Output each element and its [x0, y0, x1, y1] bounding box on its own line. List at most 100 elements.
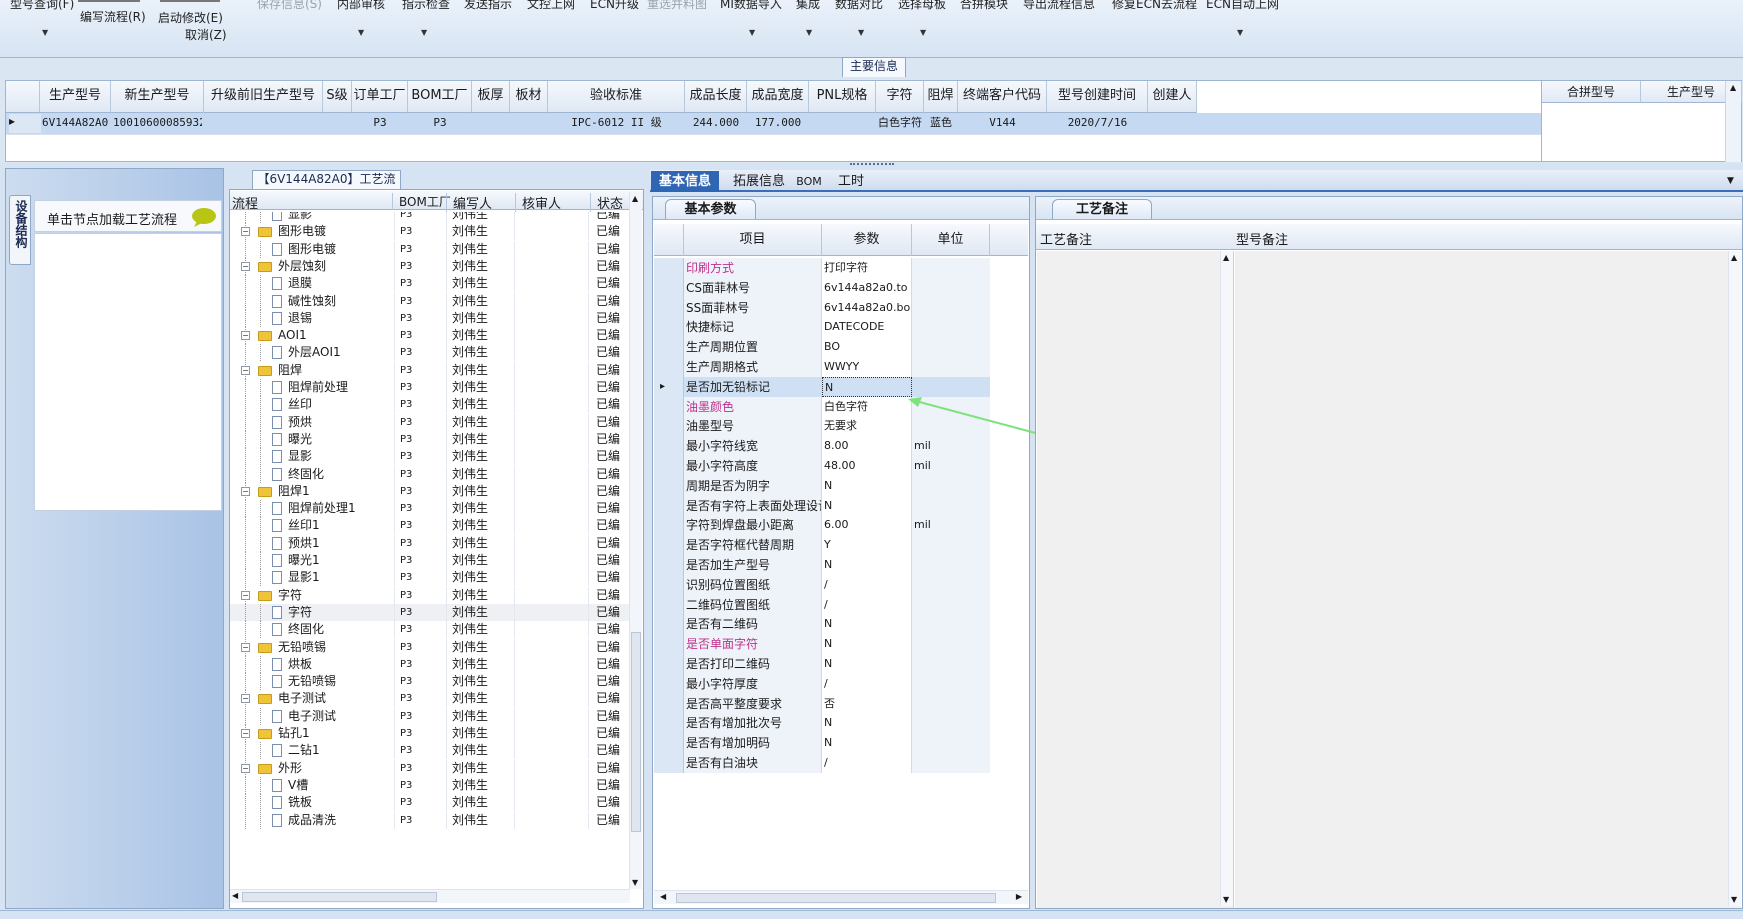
menu-doc-online[interactable]: 文控上网 — [527, 0, 575, 12]
menu-model-query[interactable]: 型号查询(F) — [10, 0, 74, 12]
tree-row[interactable]: 阻焊前处理 P3 刘伟生 已编 — [230, 379, 630, 396]
collapse-icon[interactable]: − — [241, 694, 250, 704]
row-header[interactable] — [654, 396, 684, 417]
tree-row[interactable]: 电子测试 P3 刘伟生 已编 — [230, 707, 630, 725]
param-row[interactable]: SS面菲林号 6v144a82a0.bo — [654, 297, 990, 318]
table-row[interactable]: ▸ 6V144A82A0 10010600085932 P3 P3 IPC-6012 II… — [6, 113, 1541, 134]
tree-row[interactable]: 曝光1 P3 刘伟生 已编 — [230, 552, 630, 569]
tab-basic-info[interactable]: 基本信息 — [651, 171, 719, 192]
tree-row[interactable]: − 钻孔1 P3 刘伟生 已编 — [230, 725, 630, 742]
menu-integrate[interactable]: 集成 — [796, 0, 820, 12]
column-bom-factory[interactable]: BOM工厂 — [392, 193, 451, 210]
table-cell[interactable]: 177.000 — [749, 113, 807, 134]
tab-bom[interactable]: BOM — [792, 172, 826, 192]
param-row[interactable]: 是否有二维码 N — [654, 614, 990, 635]
param-value[interactable]: 白色字符 — [822, 396, 912, 417]
scroll-left-icon[interactable]: ◀ — [232, 891, 238, 900]
collapse-icon[interactable]: − — [241, 642, 250, 652]
column-writer[interactable]: 编写人 — [446, 193, 492, 212]
param-value[interactable]: 6v144a82a0.to — [822, 277, 912, 298]
param-value[interactable]: N — [822, 634, 912, 655]
scroll-left-icon[interactable]: ◀ — [660, 892, 666, 901]
param-row[interactable]: 最小字符厚度 / — [654, 673, 990, 694]
chevron-down-icon[interactable]: ▼ — [42, 28, 48, 37]
row-selector-icon[interactable]: ▸ — [9, 114, 41, 133]
tree-row[interactable]: − 阻焊 P3 刘伟生 已编 — [230, 361, 630, 379]
tree-row[interactable]: 二钻1 P3 刘伟生 已编 — [230, 742, 630, 760]
column-12[interactable]: 字符 — [876, 81, 924, 113]
tree-row[interactable]: 铣板 P3 刘伟生 已编 — [230, 794, 630, 812]
collapse-icon[interactable]: − — [241, 486, 250, 496]
scroll-up-icon[interactable]: ▲ — [1731, 253, 1737, 262]
scroll-down-icon[interactable]: ▼ — [632, 878, 638, 887]
table-cell[interactable]: P3 — [354, 113, 406, 134]
param-row[interactable]: 印刷方式 打印字符 — [654, 258, 990, 278]
param-value[interactable]: N — [822, 733, 912, 754]
tree-row[interactable]: 碱性蚀刻 P3 刘伟生 已编 — [230, 292, 630, 310]
cancel-button[interactable]: 取消(Z) — [185, 26, 227, 43]
column-4[interactable]: 订单工厂 — [352, 81, 408, 113]
column-reviewer[interactable]: 核审人 — [515, 193, 561, 212]
collapse-icon[interactable]: − — [241, 763, 250, 773]
tree-row[interactable]: 字符 P3 刘伟生 已编 — [230, 603, 630, 621]
tree-row[interactable]: 外层AOI1 P3 刘伟生 已编 — [230, 344, 630, 362]
row-header[interactable] — [654, 436, 684, 457]
param-row[interactable]: 是否有字符上表面处理设计 N — [654, 495, 990, 516]
menu-export-flow[interactable]: 导出流程信息 — [1023, 0, 1095, 12]
row-header[interactable] — [654, 614, 684, 635]
collapse-icon[interactable]: − — [241, 227, 250, 237]
param-row[interactable]: 是否单面字符 N — [654, 634, 990, 655]
param-row[interactable]: 快捷标记 DATECODE — [654, 317, 990, 338]
column-16[interactable]: 创建人 — [1148, 81, 1197, 113]
menu-mi-import[interactable]: MI数据导入 — [720, 0, 782, 12]
row-header[interactable] — [654, 753, 684, 773]
equipment-tree[interactable] — [34, 233, 222, 511]
tree-row[interactable]: 丝印 P3 刘伟生 已编 — [230, 396, 630, 414]
menu-ecn-auto[interactable]: ECN自动上网 — [1206, 0, 1279, 12]
tree-row[interactable]: − 外形 P3 刘伟生 已编 — [230, 759, 630, 777]
row-header[interactable] — [654, 317, 684, 338]
param-value[interactable]: BO — [822, 337, 912, 358]
tab-work-hours[interactable]: 工时 — [836, 172, 866, 192]
scroll-down-icon[interactable]: ▼ — [1731, 895, 1737, 904]
collapse-icon[interactable]: − — [241, 331, 250, 341]
table-cell[interactable]: 6V144A82A0 — [42, 113, 109, 134]
tree-row[interactable]: 成品清洗 P3 刘伟生 已编 — [230, 811, 630, 829]
menu-save-info[interactable]: 保存信息(S) — [257, 0, 322, 12]
model-remarks-textarea[interactable]: ▲ ▼ — [1235, 251, 1741, 908]
chevron-down-icon[interactable]: ▼ — [858, 28, 864, 37]
row-header[interactable] — [654, 535, 684, 556]
row-header[interactable] — [654, 357, 684, 377]
scroll-up-icon[interactable]: ▲ — [632, 194, 638, 203]
param-value[interactable]: N — [822, 654, 912, 674]
tree-row[interactable]: − 无铅喷锡 P3 刘伟生 已编 — [230, 638, 630, 656]
param-value[interactable]: 打印字符 — [822, 258, 912, 278]
column-7[interactable]: 板材 — [510, 81, 548, 113]
menu-ecn-upgrade[interactable]: ECN升级 — [590, 0, 639, 12]
column-9[interactable]: 成品长度 — [685, 81, 747, 113]
tree-row[interactable]: 终固化 P3 刘伟生 已编 — [230, 465, 630, 483]
param-row[interactable]: 是否字符框代替周期 Y — [654, 535, 990, 556]
param-row[interactable]: 是否有增加批次号 N — [654, 713, 990, 734]
menu-fix-ecn[interactable]: 修复ECN去流程 — [1112, 0, 1197, 12]
row-header[interactable] — [654, 673, 684, 694]
chevron-down-icon[interactable]: ▼ — [421, 28, 427, 37]
column-3[interactable]: S级 — [323, 81, 352, 113]
start-modify-button[interactable]: 启动修改(E) — [158, 9, 223, 26]
param-row[interactable]: CS面菲林号 6v144a82a0.to — [654, 277, 990, 298]
tab-process-remarks[interactable]: 工艺备注 — [1052, 199, 1152, 219]
params-horizontal-scrollbar[interactable]: ◀ ▶ — [654, 890, 1028, 904]
param-value[interactable]: / — [822, 753, 912, 773]
table-cell[interactable]: 244.000 — [687, 113, 745, 134]
table-cell[interactable] — [325, 113, 350, 134]
collapse-icon[interactable]: − — [241, 590, 250, 600]
param-row[interactable]: 是否有白油块 / — [654, 753, 990, 773]
tree-row[interactable]: 退膜 P3 刘伟生 已编 — [230, 275, 630, 293]
column-item[interactable]: 项目 — [684, 224, 822, 256]
param-row[interactable]: 是否打印二维码 N — [654, 654, 990, 674]
param-value[interactable]: N — [822, 495, 912, 516]
param-value[interactable]: 48.00 — [822, 456, 912, 476]
column-1[interactable]: 新生产型号 — [111, 81, 204, 113]
row-header[interactable] — [654, 713, 684, 734]
tree-row[interactable]: 图形电镀 P3 刘伟生 已编 — [230, 240, 630, 258]
